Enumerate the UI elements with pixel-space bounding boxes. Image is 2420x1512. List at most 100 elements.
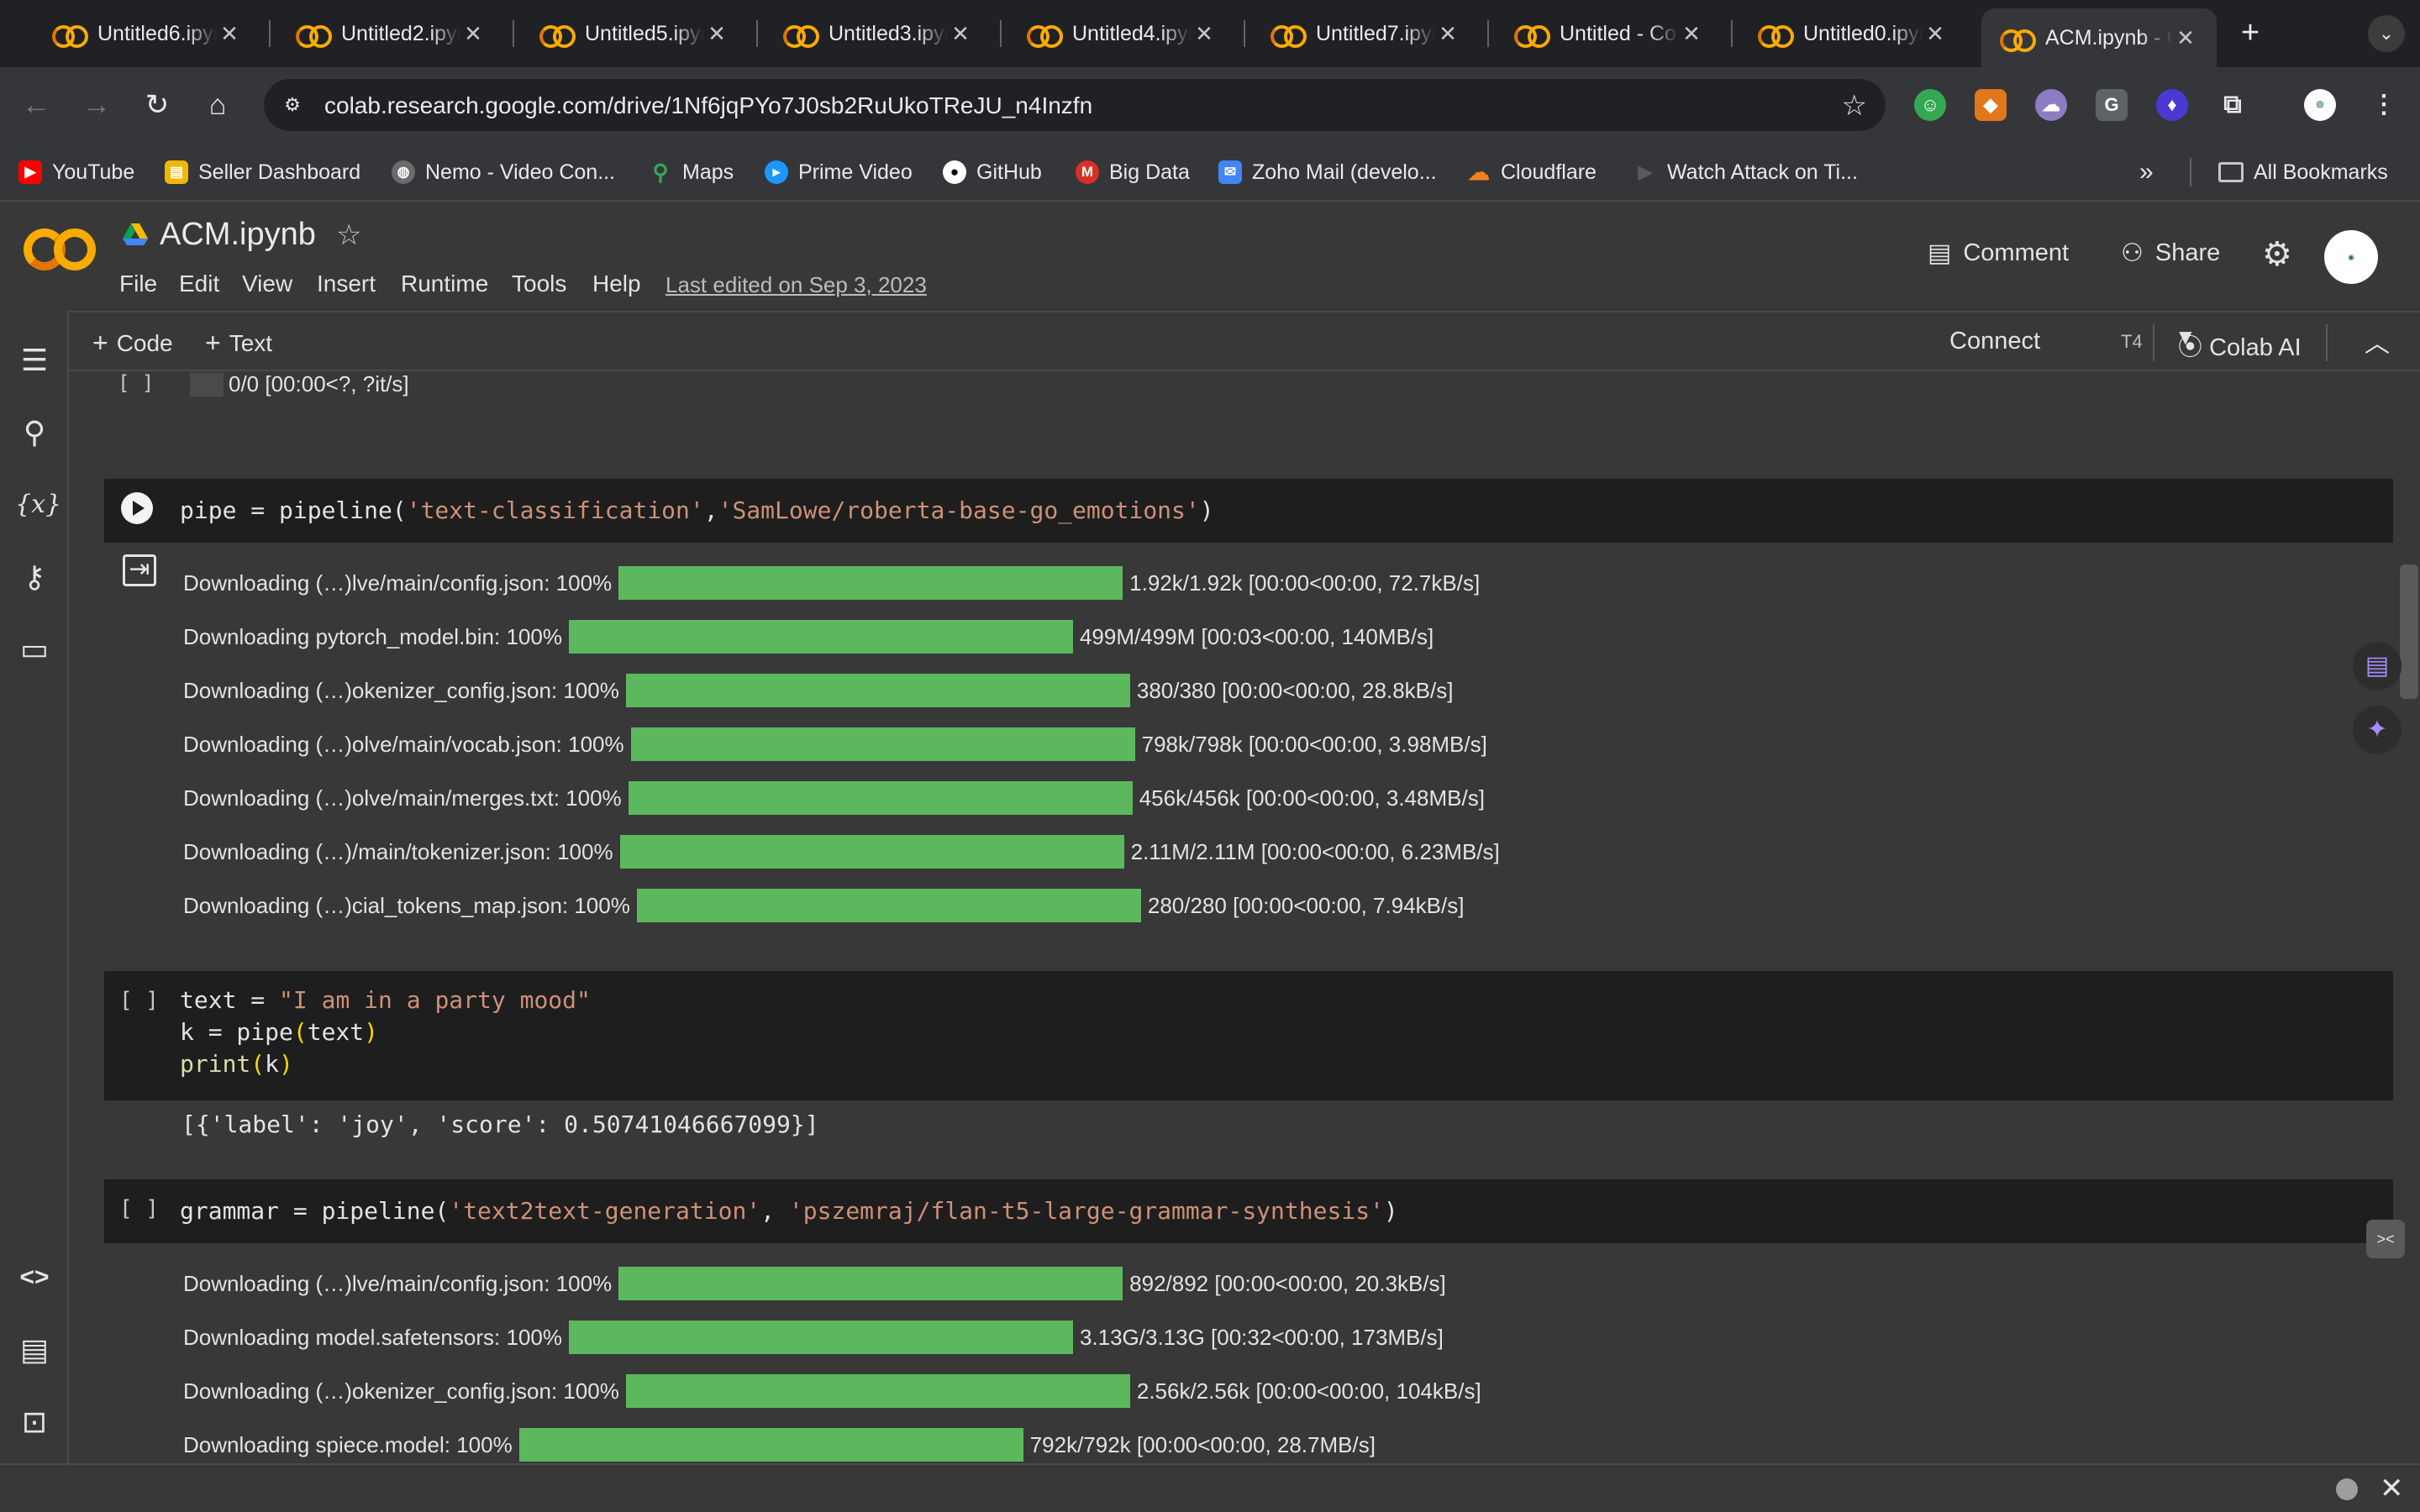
collapse-code-icon[interactable]: >< (2366, 1220, 2405, 1258)
download-label: Downloading (…)/main/tokenizer.json: 100… (183, 838, 613, 864)
browser-tab[interactable]: Untitled3.ipynb ✕ (765, 10, 992, 57)
close-tab-icon[interactable]: ✕ (948, 21, 973, 47)
cell-run-bracket[interactable]: [ ] (119, 1196, 159, 1221)
gear-icon[interactable]: ⚙ (2262, 235, 2292, 274)
code-cell[interactable]: pipe = pipeline('text-classification','S… (104, 479, 2393, 543)
google-drive-icon[interactable] (123, 223, 148, 247)
search-icon[interactable]: ⚲ (15, 413, 54, 452)
scrollbar-thumb[interactable] (2400, 564, 2418, 699)
browser-tab[interactable]: Untitled0.ipynb ✕ (1739, 10, 1966, 57)
add-code-cell-button[interactable]: + Code (92, 328, 173, 359)
extension-flame-icon[interactable]: ♦ (2156, 89, 2188, 121)
extension-g-icon[interactable]: G (2096, 89, 2128, 121)
tab-separator (1244, 20, 1245, 47)
browser-tab[interactable]: Untitled2.ipynb ✕ (277, 10, 504, 57)
bookmark-nemo[interactable]: ◍ Nemo - Video Con... (392, 158, 615, 186)
browser-tab[interactable]: Untitled4.ipynb ✕ (1008, 10, 1235, 57)
close-tab-icon[interactable]: ✕ (217, 21, 242, 47)
bookmark-seller-dashboard[interactable]: ▤ Seller Dashboard (165, 158, 360, 186)
all-bookmarks-folder[interactable]: All Bookmarks (2218, 158, 2388, 186)
clear-output-icon[interactable]: ⇥ (123, 554, 156, 586)
menu-help[interactable]: Help (592, 270, 641, 297)
run-cell-play-icon[interactable] (121, 492, 153, 524)
colab-logo[interactable] (24, 228, 96, 276)
close-tab-icon[interactable]: ✕ (2173, 25, 2198, 51)
last-edited-link[interactable]: Last edited on Sep 3, 2023 (666, 272, 927, 298)
comment-button[interactable]: ▤ Comment (1928, 232, 2069, 274)
menu-file[interactable]: File (119, 270, 157, 297)
menu-insert[interactable]: Insert (317, 270, 376, 297)
secrets-key-icon[interactable]: ⚷ (15, 558, 54, 596)
share-button[interactable]: ⚇ Share (2121, 232, 2220, 274)
more-bookmarks-chevron-icon[interactable]: » (2139, 158, 2154, 186)
reload-icon[interactable]: ↻ (138, 86, 176, 124)
comment-label: Comment (1963, 239, 2070, 266)
progress-bar (618, 566, 1123, 600)
code-block[interactable]: text = "I am in a party mood" k = pipe(t… (180, 984, 591, 1080)
forward-arrow-icon[interactable]: → (77, 86, 116, 124)
chevron-up-icon[interactable]: ︿ (2365, 323, 2390, 360)
table-of-contents-icon[interactable]: ☰ (15, 341, 54, 380)
browser-tab[interactable]: Untitled5.ipynb ✕ (521, 10, 748, 57)
bookmark-label: Watch Attack on Ti... (1667, 160, 1858, 184)
code-line[interactable]: pipe = pipeline('text-classification','S… (180, 495, 1214, 527)
back-arrow-icon[interactable]: ← (17, 86, 55, 124)
files-folder-icon[interactable]: ▭ (15, 630, 54, 669)
bookmark-prime-video[interactable]: ▸ Prime Video (765, 158, 913, 186)
close-tab-icon[interactable]: ✕ (1192, 21, 1217, 47)
browser-tab[interactable]: Untitled6.ipynb ✕ (34, 10, 260, 57)
menu-view[interactable]: View (242, 270, 292, 297)
cell-run-bracket[interactable]: [ ] (119, 988, 159, 1013)
menu-runtime[interactable]: Runtime (401, 270, 488, 297)
code-cell[interactable]: [ ] text = "I am in a party mood" k = pi… (104, 971, 2393, 1100)
bookmark-big-data[interactable]: M Big Data (1076, 158, 1190, 186)
home-icon[interactable]: ⌂ (198, 86, 237, 124)
close-tab-icon[interactable]: ✕ (704, 21, 729, 47)
browser-tab-active[interactable]: ACM.ipynb - Co ✕ (1981, 8, 2217, 67)
extension-robot-icon[interactable]: ☺ (1914, 89, 1946, 121)
close-icon[interactable]: ✕ (2380, 1472, 2404, 1505)
maps-pin-icon: ⚲ (652, 160, 669, 185)
add-text-cell-button[interactable]: + Text (205, 328, 272, 359)
bookmark-youtube[interactable]: ▶ YouTube (18, 158, 134, 186)
site-settings-icon[interactable]: ⚙ (281, 93, 304, 117)
extension-ghost-icon[interactable]: ☁ (2035, 89, 2067, 121)
command-palette-icon[interactable]: ▤ (15, 1331, 54, 1369)
code-cell[interactable]: [ ] grammar = pipeline('text2text-genera… (104, 1179, 2393, 1243)
bookmark-maps[interactable]: ⚲ Maps (649, 158, 734, 186)
colab-ai-button[interactable]: ⦿ Colab AI (2178, 328, 2302, 363)
menu-tools[interactable]: Tools (512, 270, 566, 297)
close-tab-icon[interactable]: ✕ (1435, 21, 1460, 47)
partial-output-text: 0/0 [00:00<?, ?it/s] (229, 371, 409, 396)
browser-tab[interactable]: Untitled - Co ✕ (1496, 10, 1723, 57)
connect-button[interactable]: Connect (1949, 328, 2040, 355)
bookmark-zoho-mail[interactable]: ✉ Zoho Mail (develo... (1218, 158, 1437, 186)
sparkle-ai-icon[interactable]: ✦ (2353, 706, 2402, 754)
tab-search-chevron-icon[interactable]: ⌄ (2368, 15, 2405, 52)
variables-icon[interactable]: {x} (15, 486, 61, 524)
new-tab-button[interactable]: + (2232, 15, 2269, 52)
bookmark-attack-on-titan[interactable]: ▶ Watch Attack on Ti... (1634, 158, 1858, 186)
bookmark-cloudflare[interactable]: ☁ Cloudflare (1467, 158, 1597, 186)
terminal-icon[interactable]: ⊡ (15, 1403, 54, 1441)
extension-metamask-icon[interactable]: ◆ (1975, 89, 2007, 121)
extensions-puzzle-icon[interactable]: ⧉ (2217, 89, 2249, 121)
close-tab-icon[interactable]: ✕ (460, 21, 486, 47)
tab-separator (1487, 20, 1489, 47)
notes-icon[interactable]: ▤ (2353, 642, 2402, 690)
close-tab-icon[interactable]: ✕ (1923, 21, 1948, 47)
all-bookmarks-label: All Bookmarks (2254, 160, 2388, 184)
code-snippets-icon[interactable]: <> (15, 1258, 54, 1297)
close-tab-icon[interactable]: ✕ (1679, 21, 1704, 47)
star-icon[interactable]: ☆ (336, 218, 361, 252)
browser-tab[interactable]: Untitled7.ipynb ✕ (1252, 10, 1479, 57)
code-line[interactable]: grammar = pipeline('text2text-generation… (180, 1195, 1398, 1227)
address-bar[interactable]: ⚙ colab.research.google.com/drive/1Nf6jq… (264, 79, 1886, 131)
notebook-title[interactable]: ACM.ipynb (160, 217, 316, 253)
bookmark-star-icon[interactable]: ☆ (1842, 89, 1867, 123)
browser-menu-icon[interactable]: ⋮ (2368, 89, 2400, 121)
account-avatar[interactable]: ◉ (2324, 230, 2378, 284)
menu-edit[interactable]: Edit (179, 270, 219, 297)
profile-avatar-icon[interactable]: ◎ (2304, 89, 2336, 121)
bookmark-github[interactable]: ● GitHub (943, 158, 1042, 186)
